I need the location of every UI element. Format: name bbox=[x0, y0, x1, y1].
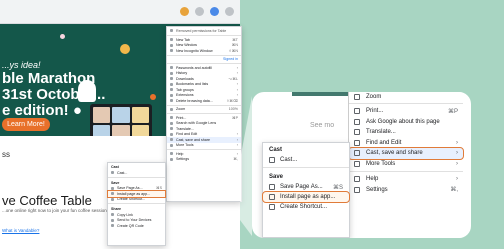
save-page-as-icon bbox=[269, 184, 275, 190]
see-more-text: See mo bbox=[310, 122, 335, 129]
translate-icon bbox=[354, 129, 360, 136]
menu-item-label: Translate... bbox=[366, 129, 396, 136]
cast-item[interactable]: Cast... bbox=[263, 155, 349, 165]
menu-item-find-and-edit[interactable]: Find and Edit › bbox=[349, 138, 463, 149]
menu-item-label: Create Shortcut... bbox=[280, 204, 328, 210]
divider bbox=[349, 103, 463, 104]
settings-icon bbox=[354, 186, 360, 193]
menu-item-label: More Tools bbox=[366, 160, 396, 167]
cast-header: Cast bbox=[269, 147, 283, 153]
chevron-right-icon: › bbox=[456, 150, 458, 157]
menu-item-label: Ask Google about this page bbox=[366, 118, 440, 125]
shortcut-text: ⌘S bbox=[332, 184, 343, 191]
shortcut-text: ⌘, bbox=[450, 187, 458, 194]
save-header: Save bbox=[269, 174, 284, 180]
shortcut-text: ⌘P bbox=[447, 108, 458, 115]
cast-icon bbox=[269, 157, 275, 163]
cast-save-and-share-icon bbox=[354, 150, 360, 157]
chevron-right-icon: › bbox=[456, 176, 458, 183]
menu-item-create-shortcut[interactable]: Create Shortcut... bbox=[263, 202, 349, 212]
menu-item-label: Install page as app... bbox=[280, 194, 336, 200]
menu-item-help[interactable]: Help › bbox=[349, 174, 463, 185]
menu-item-label: Cast, save and share bbox=[366, 150, 423, 157]
menu-item-label: Print... bbox=[366, 108, 384, 115]
menu-item-label: Find and Edit bbox=[366, 139, 402, 146]
menu-item-save-page-as[interactable]: Save Page As... ⌘S bbox=[263, 182, 349, 192]
zoomed-chrome-menu: Zoom Print... ⌘P Ask Google about this pag… bbox=[348, 92, 464, 238]
install-page-as-app-icon bbox=[269, 194, 275, 200]
menu-item-label: Settings bbox=[366, 186, 388, 193]
menu-item-translate[interactable]: Translate... bbox=[349, 127, 463, 138]
menu-item-settings[interactable]: Settings ⌘, bbox=[349, 185, 463, 196]
menu-item-cast-save-and-share[interactable]: Cast, save and share › bbox=[348, 147, 464, 160]
help-icon bbox=[354, 176, 360, 183]
ask-google-about-this-page-icon bbox=[354, 118, 360, 125]
divider bbox=[349, 171, 463, 172]
print-icon bbox=[354, 108, 360, 115]
menu-item-label: Save Page As... bbox=[280, 184, 323, 190]
zoomed-callout: See mo Zoom Print... ⌘P Ask Google about t… bbox=[252, 92, 471, 238]
zoom-row: Zoom bbox=[349, 92, 463, 101]
chevron-right-icon: › bbox=[456, 160, 458, 167]
find-and-edit-icon bbox=[354, 139, 360, 146]
divider bbox=[263, 167, 349, 168]
menu-item-install-page-as-app[interactable]: Install page as app... bbox=[262, 191, 350, 203]
zoom-icon bbox=[354, 93, 360, 100]
menu-item-more-tools[interactable]: More Tools › bbox=[349, 159, 463, 170]
chevron-right-icon: › bbox=[456, 139, 458, 146]
menu-item-ask-google-about-this-page[interactable]: Ask Google about this page bbox=[349, 117, 463, 128]
create-shortcut-icon bbox=[269, 204, 275, 210]
menu-item-print[interactable]: Print... ⌘P bbox=[349, 106, 463, 117]
more-tools-icon bbox=[354, 160, 360, 167]
menu-item-label: Help bbox=[366, 176, 379, 183]
zoomed-cast-save-submenu: Cast Cast... Save Save Page As... ⌘S Insta… bbox=[262, 142, 350, 238]
